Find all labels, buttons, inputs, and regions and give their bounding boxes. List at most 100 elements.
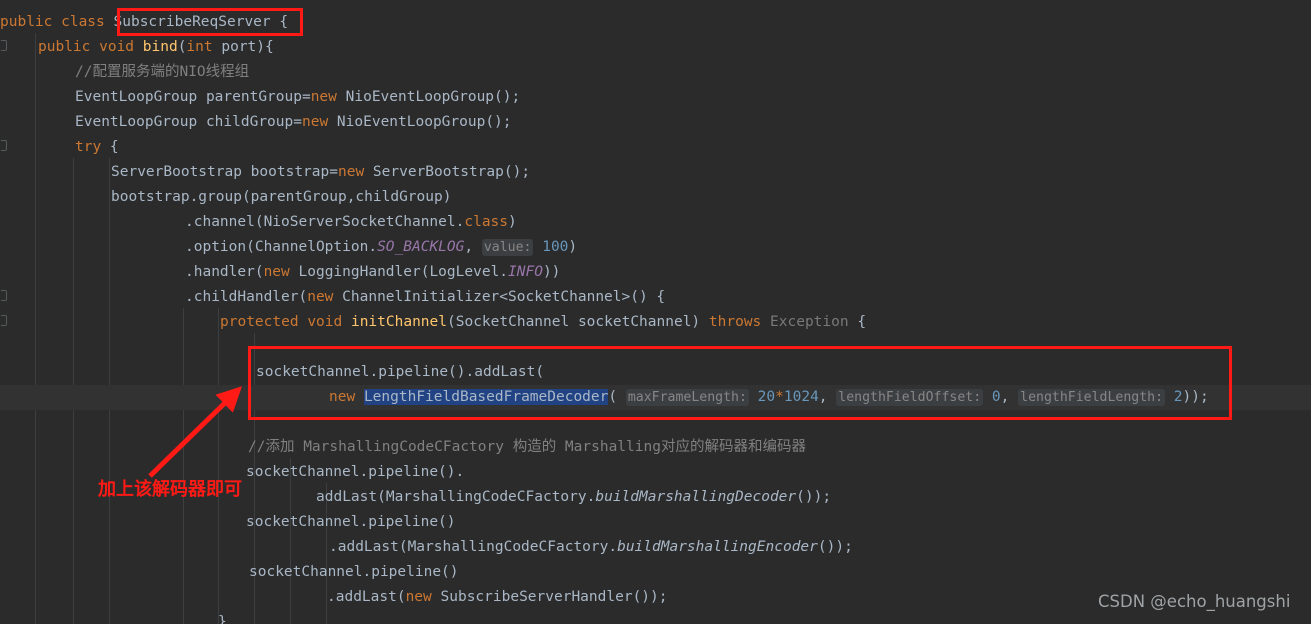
code-line: .handler(new LoggingHandler(LogLevel.INF…	[0, 260, 1311, 285]
code-token: bind	[142, 39, 178, 55]
code-token: LoggingHandler(LogLevel.	[289, 264, 509, 280]
code-token: new	[263, 264, 290, 280]
code-token: class	[61, 14, 114, 30]
code-token: (SocketChannel socketChannel)	[447, 314, 709, 330]
code-line: socketChannel.pipeline()	[0, 560, 1311, 585]
code-token: LengthFieldBasedFrameDecoder	[363, 389, 609, 405]
code-line: protected void initChannel(SocketChannel…	[0, 310, 1311, 335]
code-token: SO_BACKLOG	[377, 239, 465, 255]
code-token: //添加 MarshallingCodeCFactory 构造的 Marshal…	[248, 439, 806, 455]
code-token: .channel(NioServerSocketChannel.	[185, 214, 465, 230]
code-token: int	[186, 39, 213, 55]
code-token: )	[508, 214, 517, 230]
code-line: .option(ChannelOption.SO_BACKLOG, value:…	[0, 235, 1311, 260]
code-token: Exception	[770, 314, 849, 330]
code-line: }	[0, 610, 1311, 624]
code-line: EventLoopGroup parentGroup=new NioEventL…	[0, 85, 1311, 110]
code-token: 1024	[783, 389, 819, 405]
code-token: (	[608, 389, 626, 405]
code-line: .channel(NioServerSocketChannel.class)	[0, 210, 1311, 235]
code-token: void	[307, 314, 351, 330]
code-line: socketChannel.pipeline().addLast(	[0, 360, 1311, 385]
code-token: ());	[796, 489, 832, 505]
code-token: addLast(MarshallingCodeCFactory.	[316, 489, 596, 505]
code-token: .childHandler(	[185, 289, 308, 305]
code-token: ());	[817, 539, 853, 555]
code-token: try	[75, 139, 102, 155]
code-line: try {	[0, 135, 1311, 160]
code-token: SubscribeServerHandler());	[431, 589, 668, 605]
code-token: ServerBootstrap bootstrap=	[111, 164, 338, 180]
code-token: throws	[708, 314, 762, 330]
code-token: socketChannel.pipeline()	[249, 564, 459, 580]
code-text-area[interactable]: public class SubscribeReqServer {public …	[0, 0, 1311, 624]
code-token: new	[337, 164, 365, 180]
code-token: .addLast(	[327, 589, 406, 605]
code-token: ChannelInitializer<SocketChannel>() {	[333, 289, 666, 305]
code-token: ))	[542, 264, 561, 280]
code-token: socketChannel.pipeline().	[246, 464, 465, 480]
code-token: )	[568, 239, 578, 255]
code-token: buildMarshallingEncoder	[617, 539, 818, 555]
code-line: .childHandler(new ChannelInitializer<Soc…	[0, 285, 1311, 310]
code-token: new	[307, 289, 334, 305]
code-token: protected	[220, 314, 308, 330]
code-token: //配置服务端的NIO线程组	[75, 64, 250, 80]
code-token: *	[775, 389, 784, 405]
code-token: }	[218, 614, 227, 624]
code-token: bootstrap.group(parentGroup,childGroup)	[111, 189, 452, 205]
code-token: EventLoopGroup childGroup=	[75, 114, 302, 130]
code-token: ,	[464, 239, 482, 255]
code-token: ,	[1000, 389, 1019, 405]
code-token: 20	[757, 389, 776, 405]
code-token: new	[301, 114, 329, 130]
code-token: ));	[1182, 389, 1209, 405]
code-token: value:	[481, 239, 534, 256]
code-token: lengthFieldLength:	[1018, 389, 1166, 406]
code-line: .addLast(MarshallingCodeCFactory.buildMa…	[0, 535, 1311, 560]
code-line: EventLoopGroup childGroup=new NioEventLo…	[0, 110, 1311, 135]
code-token: .option(ChannelOption.	[185, 239, 378, 255]
code-token: .handler(	[185, 264, 264, 280]
code-token: lengthFieldOffset:	[836, 389, 984, 406]
code-token: socketChannel.pipeline()	[246, 514, 456, 530]
code-token: 0	[991, 389, 1001, 405]
code-token: maxFrameLength:	[625, 389, 749, 406]
annotation-note-text: 加上该解码器即可	[98, 479, 242, 500]
code-line: socketChannel.pipeline()	[0, 510, 1311, 535]
code-line: bootstrap.group(parentGroup,childGroup)	[0, 185, 1311, 210]
code-line: //添加 MarshallingCodeCFactory 构造的 Marshal…	[0, 435, 1311, 460]
code-token: class	[464, 214, 509, 230]
code-token: void	[99, 39, 143, 55]
code-token: SubscribeReqServer {	[113, 14, 289, 30]
code-line: ServerBootstrap bootstrap=new ServerBoot…	[0, 160, 1311, 185]
code-line: public class SubscribeReqServer {	[0, 10, 1311, 35]
code-token: new	[329, 389, 356, 405]
code-token: INFO	[508, 264, 543, 280]
watermark-text: CSDN @echo_huangshi	[1098, 592, 1291, 611]
code-token: {	[848, 314, 867, 330]
code-token: NioEventLoopGroup();	[336, 89, 521, 105]
code-token: NioEventLoopGroup();	[328, 114, 512, 130]
code-token: port){	[212, 39, 274, 55]
code-token: new	[310, 89, 337, 105]
code-token: 2	[1173, 389, 1183, 405]
code-token: socketChannel.pipeline().addLast(	[256, 364, 545, 380]
code-token: ServerBootstrap();	[364, 164, 531, 180]
code-line: //配置服务端的NIO线程组	[0, 60, 1311, 85]
code-token: EventLoopGroup parentGroup=	[75, 89, 311, 105]
code-token: new	[405, 589, 432, 605]
code-line: public void bind(int port){	[0, 35, 1311, 60]
code-token: public	[38, 39, 100, 55]
code-line: new LengthFieldBasedFrameDecoder( maxFra…	[0, 385, 1311, 410]
code-token: ,	[818, 389, 837, 405]
code-token: {	[101, 139, 119, 155]
